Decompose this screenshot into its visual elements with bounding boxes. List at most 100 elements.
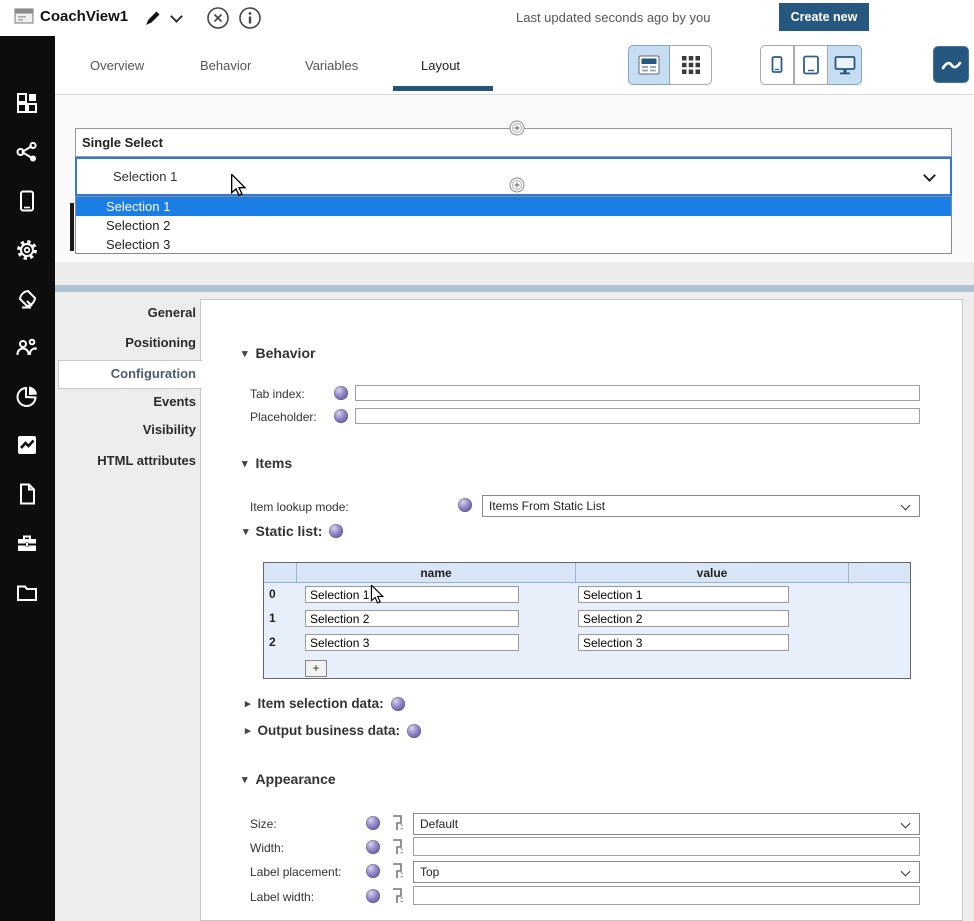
form-preview-toggle-button[interactable] (628, 45, 670, 85)
tab-layout[interactable]: Layout (421, 58, 460, 73)
tab-overview[interactable]: Overview (90, 58, 144, 73)
prop-tab-configuration[interactable]: Configuration (56, 361, 196, 387)
tab-index-label: Tab index: (250, 387, 305, 401)
row-name-input[interactable] (305, 586, 519, 603)
localization-globe-icon[interactable] (366, 840, 380, 854)
collapse-triangle-icon[interactable]: ▾ (243, 525, 249, 538)
binding-icon[interactable] (390, 814, 405, 837)
select-chevron-icon (901, 501, 911, 511)
document-icon[interactable] (15, 482, 39, 506)
insert-handle-bottom-icon[interactable] (509, 177, 525, 198)
tab-variables[interactable]: Variables (305, 58, 358, 73)
localization-globe-icon[interactable] (391, 697, 405, 711)
prop-tab-visibility[interactable]: Visibility (56, 417, 196, 443)
row-value-input[interactable] (578, 634, 789, 651)
view-toggle-group (628, 45, 712, 85)
item-selection-data-header[interactable]: ▸ Item selection data: (245, 696, 405, 711)
behavior-section-header[interactable]: ▾ Behavior (242, 345, 315, 361)
localization-globe-icon[interactable] (329, 524, 343, 538)
select-chevron-icon (901, 867, 911, 877)
localization-globe-icon[interactable] (334, 386, 348, 400)
label-placement-select[interactable]: Top (413, 861, 920, 883)
localization-globe-icon[interactable] (366, 864, 380, 878)
localization-globe-icon[interactable] (366, 889, 380, 903)
name-column-header: name (297, 563, 576, 582)
prop-tab-positioning[interactable]: Positioning (56, 330, 196, 356)
binding-icon[interactable] (390, 887, 405, 910)
dropdown-option[interactable]: Selection 2 (76, 216, 951, 235)
binding-icon[interactable] (390, 838, 405, 861)
items-section-header[interactable]: ▾ Items (242, 455, 292, 471)
item-lookup-mode-select[interactable]: Items From Static List (482, 495, 920, 517)
dropdown-option[interactable]: Selection 1 (76, 197, 951, 216)
static-list-table: name value 0 1 2 + (263, 562, 911, 679)
localization-globe-icon[interactable] (407, 724, 421, 738)
localization-globe-icon[interactable] (334, 409, 348, 423)
dashboard-icon[interactable] (15, 91, 39, 115)
row-name-input[interactable] (305, 634, 519, 651)
row-index: 0 (269, 587, 276, 601)
row-value-input[interactable] (578, 586, 789, 603)
mobile-icon[interactable] (15, 189, 39, 213)
desktop-view-button[interactable] (828, 45, 862, 85)
collapse-triangle-icon[interactable]: ▾ (242, 773, 248, 786)
title-chevron-down-icon[interactable] (170, 10, 183, 23)
folder-icon[interactable] (15, 580, 39, 604)
table-row: 1 (264, 607, 910, 631)
tab-behavior[interactable]: Behavior (200, 58, 251, 73)
width-input[interactable] (413, 837, 920, 856)
size-select[interactable]: Default (413, 813, 920, 835)
left-sidebar (0, 36, 55, 921)
layout-canvas[interactable]: Single Select Selection 1 Selection 1 Se… (55, 95, 974, 285)
tablet-view-button[interactable] (794, 45, 828, 85)
localization-globe-icon[interactable] (458, 498, 472, 512)
expand-triangle-icon[interactable]: ▸ (245, 724, 251, 737)
info-circle-icon[interactable] (238, 6, 262, 35)
row-name-input[interactable] (305, 610, 519, 627)
output-business-data-header[interactable]: ▸ Output business data: (245, 723, 421, 738)
placeholder-input[interactable] (355, 408, 920, 424)
add-row-button[interactable]: + (305, 660, 327, 677)
coach-view-icon (14, 8, 34, 30)
process-flow-icon[interactable] (15, 140, 39, 164)
prop-tab-general[interactable]: General (56, 300, 196, 326)
edit-pencil-icon[interactable] (143, 8, 163, 33)
output-business-data-title: Output business data: (258, 723, 401, 738)
select-chevron-icon (901, 819, 911, 829)
select-chevron-icon (923, 169, 936, 182)
binding-icon[interactable] (390, 862, 405, 885)
coach-view-editor: CoachView1 Last updated seconds ago by y… (0, 0, 974, 921)
pie-chart-icon[interactable] (15, 384, 39, 408)
close-circle-icon[interactable] (206, 6, 230, 35)
label-width-label: Label width: (250, 890, 314, 904)
label-width-input[interactable] (413, 886, 920, 905)
expand-triangle-icon[interactable]: ▸ (245, 697, 251, 710)
preview-chart-button[interactable] (933, 46, 969, 83)
toolbox-icon[interactable] (15, 531, 39, 555)
prop-tab-events[interactable]: Events (56, 389, 196, 415)
placeholder-label: Placeholder: (250, 410, 317, 424)
phone-view-button[interactable] (760, 45, 794, 85)
panel-divider[interactable] (55, 285, 974, 292)
create-new-button[interactable]: Create new (779, 3, 869, 31)
row-value-input[interactable] (578, 610, 789, 627)
collapse-triangle-icon[interactable]: ▾ (242, 457, 248, 470)
row-index: 2 (269, 635, 276, 649)
localization-globe-icon[interactable] (366, 816, 380, 830)
width-label: Width: (250, 841, 284, 855)
appearance-section-header[interactable]: ▾ Appearance (242, 771, 336, 787)
dropdown-option[interactable]: Selection 3 (76, 235, 951, 254)
collapse-triangle-icon[interactable]: ▾ (242, 347, 248, 360)
line-chart-icon[interactable] (15, 433, 39, 457)
prop-tab-html-attributes[interactable]: HTML attributes (56, 448, 196, 474)
team-icon[interactable] (15, 335, 39, 359)
satellite-dish-icon[interactable] (15, 287, 39, 311)
mouse-cursor-icon (370, 585, 387, 610)
insert-handle-top-icon[interactable] (509, 120, 525, 141)
table-row: 2 (264, 631, 910, 655)
palette-grid-toggle-button[interactable] (670, 45, 712, 85)
settings-gear-icon[interactable] (15, 238, 39, 262)
last-updated-text: Last updated seconds ago by you (516, 10, 710, 25)
tab-index-input[interactable] (355, 385, 920, 401)
static-list-header[interactable]: ▾ Static list: (243, 523, 343, 539)
